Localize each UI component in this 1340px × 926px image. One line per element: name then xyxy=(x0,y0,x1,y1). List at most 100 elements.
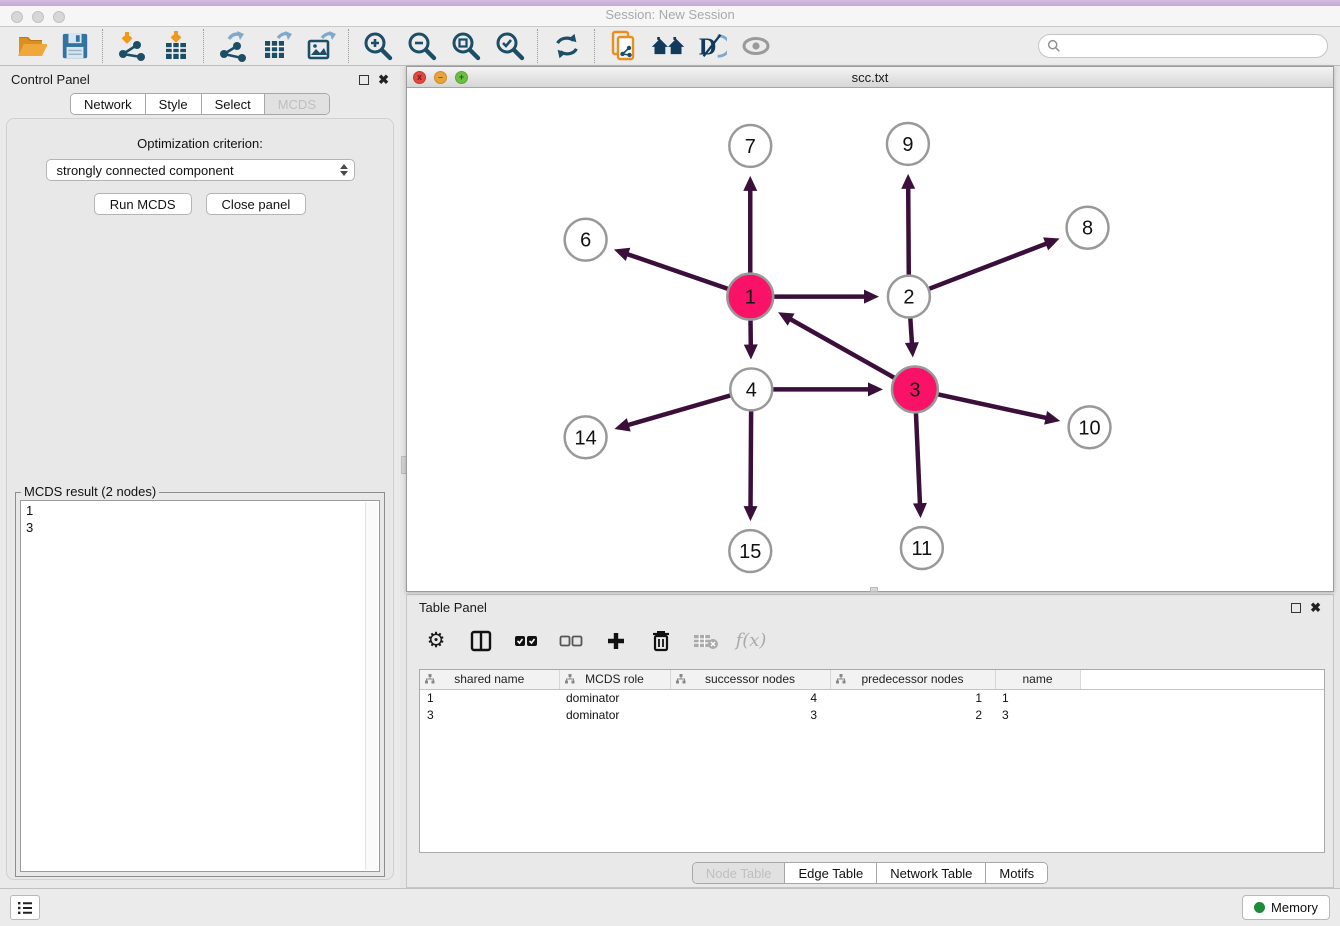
table-cell[interactable]: 3 xyxy=(670,706,830,723)
export-network-icon xyxy=(217,30,249,62)
mcds-result-text[interactable]: 1 3 xyxy=(20,500,380,872)
close-panel-icon[interactable]: ✖ xyxy=(378,75,389,85)
home-button[interactable] xyxy=(647,28,689,64)
task-history-button[interactable] xyxy=(10,895,40,920)
criterion-dropdown[interactable]: strongly connected component xyxy=(46,159,355,181)
tab-edge-table[interactable]: Edge Table xyxy=(785,863,877,883)
edge-arrowhead-icon xyxy=(905,342,919,357)
run-mcds-button[interactable]: Run MCDS xyxy=(94,193,192,215)
tab-mcds[interactable]: MCDS xyxy=(265,94,329,114)
attribute-icon xyxy=(565,674,575,684)
column-header-name[interactable]: name xyxy=(995,670,1080,689)
table-cell[interactable]: 3 xyxy=(995,706,1080,723)
tab-network-table[interactable]: Network Table xyxy=(877,863,986,883)
save-session-button[interactable] xyxy=(54,28,96,64)
cybrowser-button[interactable]: D xyxy=(691,28,733,64)
column-header-successor-nodes[interactable]: successor nodes xyxy=(670,670,830,689)
export-image-button[interactable] xyxy=(300,28,342,64)
float-table-panel-icon[interactable] xyxy=(1291,603,1301,613)
tab-select[interactable]: Select xyxy=(202,94,265,114)
graph-edge-2-9[interactable] xyxy=(908,187,909,275)
graph-edge-3-11[interactable] xyxy=(916,413,920,505)
function-builder-button[interactable]: f(x) xyxy=(738,628,764,654)
table-settings-button[interactable]: ⚙ xyxy=(423,628,449,654)
tab-style[interactable]: Style xyxy=(146,94,202,114)
table-row[interactable]: 1dominator411 xyxy=(420,689,1324,706)
create-column-button[interactable] xyxy=(603,628,629,654)
table-cell[interactable]: 3 xyxy=(420,706,559,723)
close-table-panel-icon[interactable]: ✖ xyxy=(1310,603,1321,613)
graph-edge-4-14[interactable] xyxy=(627,395,730,425)
search-input[interactable] xyxy=(1066,39,1319,54)
checked-boxes-icon xyxy=(514,635,538,647)
import-table-button[interactable] xyxy=(155,28,197,64)
criterion-value: strongly connected component xyxy=(57,163,234,178)
graph-edge-3-1[interactable] xyxy=(789,319,894,378)
result-scrollbar[interactable] xyxy=(365,502,378,870)
control-panel-title: Control Panel xyxy=(11,72,90,87)
clone-network-button[interactable] xyxy=(603,28,645,64)
zoom-fit-button[interactable] xyxy=(445,28,487,64)
show-hide-button[interactable] xyxy=(735,28,777,64)
table-cell[interactable]: 4 xyxy=(670,689,830,706)
control-panel: Control Panel ✖ Network Style Select MCD… xyxy=(0,66,400,888)
titlebar-accent-strip xyxy=(0,0,1340,6)
edge-arrowhead-icon xyxy=(864,290,879,304)
zoom-fit-icon xyxy=(450,30,482,62)
graph-edge-3-10[interactable] xyxy=(938,394,1047,418)
delete-column-button[interactable] xyxy=(648,628,674,654)
column-header-predecessor-nodes[interactable]: predecessor nodes xyxy=(830,670,995,689)
graph-node-label: 14 xyxy=(575,427,597,449)
mcds-result-title: MCDS result (2 nodes) xyxy=(21,484,159,499)
tab-network[interactable]: Network xyxy=(71,94,146,114)
save-icon xyxy=(60,31,90,61)
select-all-columns-button[interactable] xyxy=(513,628,539,654)
edge-arrowhead-icon xyxy=(868,382,883,396)
toolbar-separator xyxy=(102,29,105,63)
export-network-button[interactable] xyxy=(212,28,254,64)
graph-node-label: 11 xyxy=(912,538,933,560)
table-cell[interactable]: 2 xyxy=(830,706,995,723)
show-column-button[interactable] xyxy=(468,628,494,654)
column-header-mcds-role[interactable]: MCDS role xyxy=(559,670,670,689)
memory-button[interactable]: Memory xyxy=(1242,895,1330,920)
graph-edge-4-15[interactable] xyxy=(751,411,752,508)
delete-table-button[interactable] xyxy=(693,628,719,654)
table-panel-tabs: Node Table Edge Table Network Table Moti… xyxy=(692,862,1048,884)
zoom-selected-icon xyxy=(494,30,526,62)
apply-layout-button[interactable] xyxy=(546,28,588,64)
session-title: Session: New Session xyxy=(0,7,1340,22)
graph-edge-2-3[interactable] xyxy=(910,318,912,344)
zoom-in-icon xyxy=(362,30,394,62)
import-network-button[interactable] xyxy=(111,28,153,64)
zoom-selected-button[interactable] xyxy=(489,28,531,64)
table-cell[interactable]: 1 xyxy=(830,689,995,706)
zoom-in-button[interactable] xyxy=(357,28,399,64)
trash-icon xyxy=(651,630,671,652)
table-cell[interactable]: dominator xyxy=(559,689,670,706)
table-row[interactable]: 3dominator323 xyxy=(420,706,1324,723)
export-image-icon xyxy=(305,30,337,62)
open-session-button[interactable] xyxy=(10,28,52,64)
table-cell[interactable]: 1 xyxy=(995,689,1080,706)
unselect-all-columns-button[interactable] xyxy=(558,628,584,654)
window-resize-handle[interactable] xyxy=(870,587,878,592)
network-title: scc.txt xyxy=(407,70,1333,85)
float-panel-icon[interactable] xyxy=(359,75,369,85)
export-table-button[interactable] xyxy=(256,28,298,64)
tab-node-table[interactable]: Node Table xyxy=(693,863,786,883)
tab-motifs[interactable]: Motifs xyxy=(986,863,1047,883)
graph-edge-1-6[interactable] xyxy=(626,254,727,289)
graph-node-label: 8 xyxy=(1082,218,1093,240)
gear-icon: ⚙ xyxy=(427,630,446,651)
zoom-out-button[interactable] xyxy=(401,28,443,64)
edge-arrowhead-icon xyxy=(744,506,758,521)
network-canvas[interactable]: 7968124314101511 xyxy=(407,88,1333,591)
toolbar-separator xyxy=(203,29,206,63)
column-header-shared-name[interactable]: shared name xyxy=(420,670,559,689)
table-cell[interactable]: dominator xyxy=(559,706,670,723)
table-cell[interactable]: 1 xyxy=(420,689,559,706)
dropdown-stepper-icon xyxy=(340,164,348,176)
graph-edge-2-8[interactable] xyxy=(929,243,1047,289)
close-panel-button[interactable]: Close panel xyxy=(206,193,307,215)
